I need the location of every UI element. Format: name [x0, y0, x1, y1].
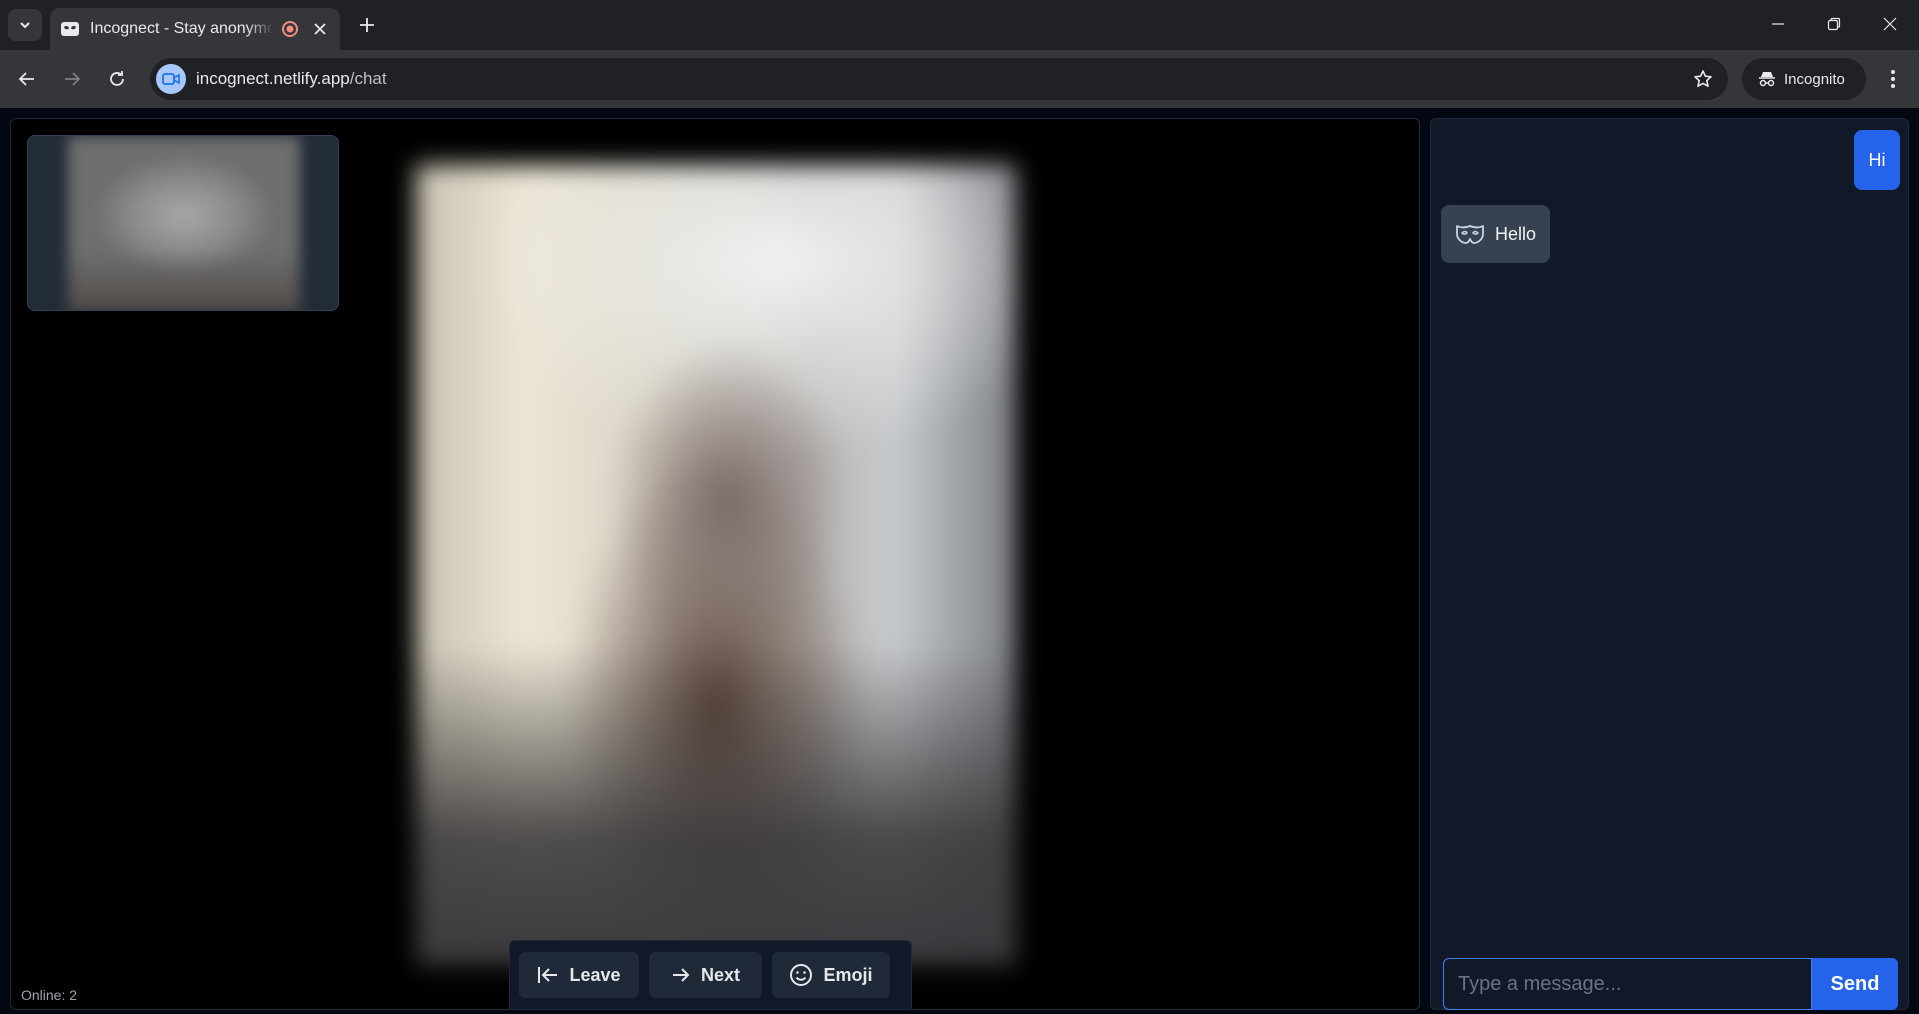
- online-count: Online: 2: [21, 987, 78, 1003]
- message-sent: Hi: [1854, 130, 1900, 190]
- incognito-label: Incognito: [1784, 70, 1845, 88]
- mask-icon: [1456, 225, 1484, 244]
- close-window-button[interactable]: [1862, 0, 1918, 48]
- restore-button[interactable]: [1806, 0, 1862, 48]
- message-text: Hi: [1868, 149, 1886, 170]
- next-button[interactable]: Next: [649, 952, 762, 998]
- message-input[interactable]: [1443, 958, 1812, 1010]
- local-video-feed: [68, 136, 300, 310]
- emoji-button[interactable]: Emoji: [772, 952, 890, 998]
- reload-button[interactable]: [100, 62, 134, 96]
- remote-video: [416, 165, 1016, 965]
- tab-title: Incognect - Stay anonymous: [90, 20, 275, 37]
- browser-menu-button[interactable]: [1876, 62, 1910, 96]
- leave-icon: [538, 967, 558, 983]
- leave-button[interactable]: Leave: [519, 952, 639, 998]
- arrow-right-icon: [65, 72, 81, 86]
- forward-button[interactable]: [55, 62, 89, 96]
- new-tab-button[interactable]: [352, 10, 382, 40]
- mask-icon: [60, 19, 80, 39]
- send-button[interactable]: Send: [1812, 958, 1898, 1010]
- browser-tab-active[interactable]: Incognect - Stay anonymous: [50, 8, 340, 50]
- page-content: Online: 2 Leave Next Emoji Hi Hello Send: [0, 108, 1919, 1014]
- record-icon: [280, 19, 300, 39]
- message-received: Hello: [1441, 205, 1550, 263]
- browser-tabstrip: Incognect - Stay anonymous: [0, 0, 1919, 50]
- message-text: Hello: [1495, 223, 1537, 244]
- incognito-profile-button[interactable]: Incognito: [1742, 58, 1866, 100]
- chevron-down-icon: [20, 22, 30, 29]
- back-button[interactable]: [10, 62, 44, 96]
- call-controls: Leave Next Emoji: [509, 940, 912, 1010]
- close-icon: [1883, 17, 1897, 31]
- tab-search-button[interactable]: [8, 9, 42, 41]
- url-text: incognect.netlify.app/chat: [196, 69, 387, 88]
- browser-toolbar: incognect.netlify.app/chat Incognito: [0, 50, 1919, 108]
- video-panel: Online: 2: [10, 118, 1420, 1010]
- smiley-icon: [790, 964, 813, 986]
- star-icon[interactable]: [1690, 66, 1716, 92]
- arrow-right-icon: [672, 968, 690, 982]
- minimize-button[interactable]: [1750, 0, 1806, 48]
- chat-panel: Hi Hello Send: [1430, 118, 1909, 1010]
- address-bar[interactable]: incognect.netlify.app/chat: [150, 58, 1728, 100]
- reload-icon: [110, 71, 124, 86]
- video-camera-icon[interactable]: [156, 64, 186, 94]
- arrow-left-icon: [18, 72, 34, 86]
- close-icon[interactable]: [310, 19, 330, 39]
- emoji-label: Emoji: [823, 964, 873, 985]
- more-vertical-icon: [1891, 70, 1895, 88]
- minimize-icon: [1772, 23, 1784, 25]
- leave-label: Leave: [569, 964, 621, 985]
- restore-icon: [1827, 17, 1841, 31]
- plus-icon: [360, 18, 374, 32]
- incognito-icon: [1759, 72, 1775, 87]
- local-video: [27, 135, 339, 311]
- next-label: Next: [700, 964, 740, 985]
